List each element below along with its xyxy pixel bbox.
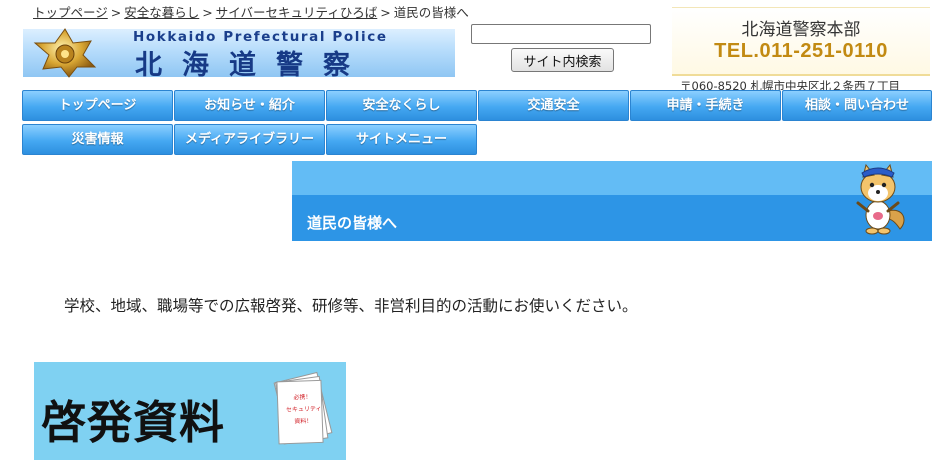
documents-icon: 必携！ セキュリティ 資料！ — [273, 371, 333, 445]
logo-text-japanese: 北海道警察 — [135, 50, 370, 81]
search-input[interactable] — [471, 24, 651, 44]
contact-tel: TEL.011-251-0110 — [714, 40, 888, 62]
nav-item-traffic[interactable]: 交通安全 — [478, 90, 629, 121]
site-logo[interactable]: Hokkaido Prefectural Police 北海道警察 — [23, 28, 455, 81]
global-nav: トップページ お知らせ・紹介 安全なくらし 交通安全 申請・手続き 相談・問い合… — [22, 90, 932, 158]
breadcrumb-link-top[interactable]: トップページ — [33, 5, 108, 20]
nav-item-disaster[interactable]: 災害情報 — [22, 124, 173, 155]
site-search-button[interactable]: サイト内検索 — [511, 48, 614, 72]
paper-line-1: 必携！ — [293, 393, 311, 402]
contact-org: 北海道警察本部 — [741, 20, 861, 40]
awareness-materials-banner[interactable]: 啓発資料 必携！ セキュリティ 資料！ — [34, 362, 346, 460]
nav-item-safe-life[interactable]: 安全なくらし — [326, 90, 477, 121]
breadcrumb-separator: > — [110, 5, 122, 20]
page-title-banner: 道民の皆様へ — [292, 161, 932, 241]
mascot-icon — [856, 163, 905, 235]
breadcrumb-separator: > — [380, 5, 391, 20]
nav-item-media-library[interactable]: メディアライブラリー — [174, 124, 325, 155]
breadcrumb-link-safety[interactable]: 安全な暮らし — [124, 5, 199, 20]
police-emblem-icon — [33, 28, 97, 78]
paper-line-2: セキュリティ — [286, 405, 322, 413]
nav-item-applications[interactable]: 申請・手続き — [630, 90, 781, 121]
contact-box: 北海道警察本部 TEL.011-251-0110 — [672, 7, 930, 76]
resource-title: 啓発資料 — [41, 396, 226, 449]
nav-item-site-menu[interactable]: サイトメニュー — [326, 124, 477, 155]
breadcrumb-current: 道民の皆様へ — [393, 5, 469, 20]
breadcrumb-separator: > — [202, 5, 213, 20]
nav-item-news[interactable]: お知らせ・紹介 — [174, 90, 325, 121]
paper-line-3: 資料！ — [294, 417, 312, 426]
breadcrumb-link-cyber[interactable]: サイバーセキュリティひろば — [216, 5, 378, 20]
intro-text: 学校、地域、職場等での広報啓発、研修等、非営利目的の活動にお使いください。 — [64, 297, 638, 315]
nav-item-top[interactable]: トップページ — [22, 90, 173, 121]
page-title: 道民の皆様へ — [307, 214, 398, 232]
nav-item-contact[interactable]: 相談・問い合わせ — [782, 90, 932, 121]
breadcrumb: トップページ > 安全な暮らし > サイバーセキュリティひろば > 道民の皆様へ — [33, 2, 469, 21]
